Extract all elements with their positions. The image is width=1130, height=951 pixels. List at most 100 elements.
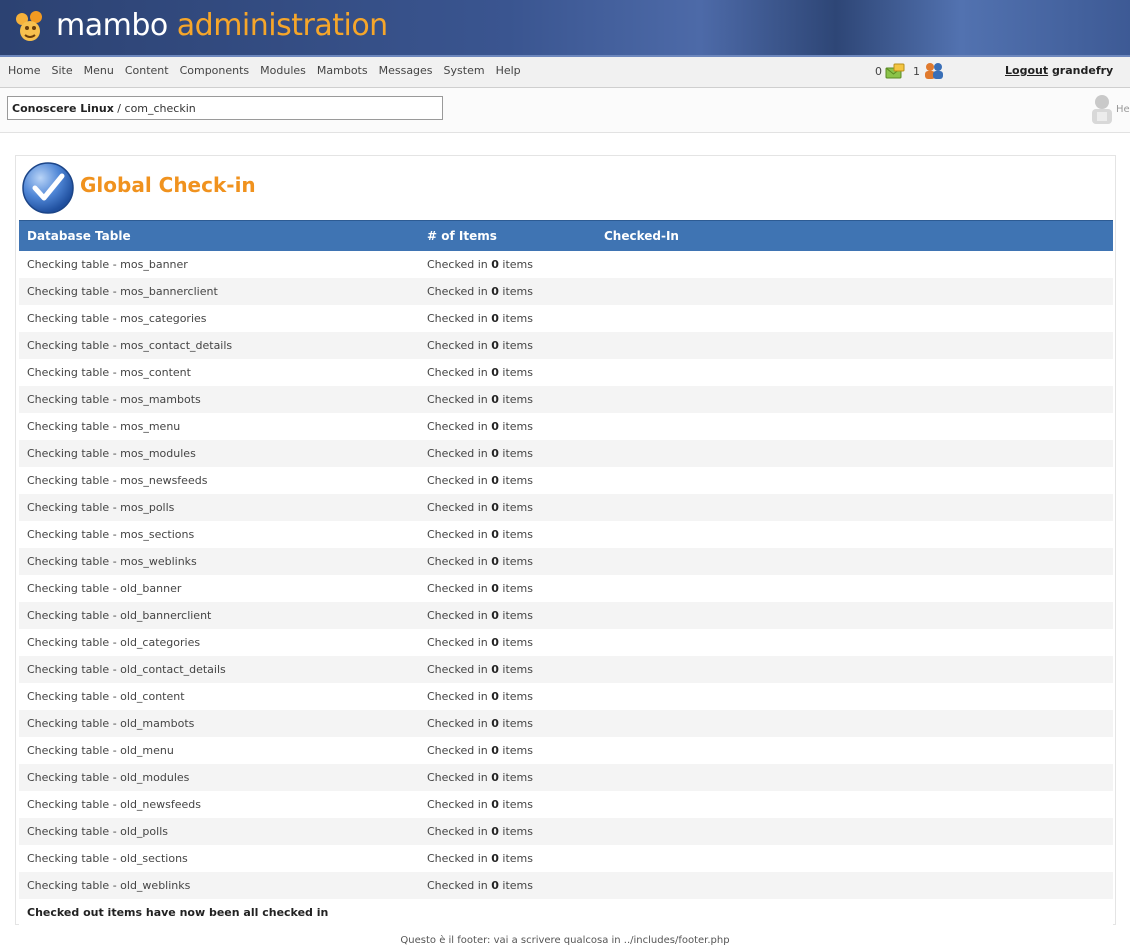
menu-item-site[interactable]: Site [51, 64, 72, 77]
table-name-cell: Checking table - mos_menu [19, 413, 419, 440]
count-value: 0 [491, 258, 499, 271]
checked-in-cell [596, 278, 1113, 305]
count-suffix: items [502, 366, 533, 379]
breadcrumb-component: com_checkin [124, 102, 196, 115]
checked-in-cell [596, 305, 1113, 332]
logout-link[interactable]: Logout [1005, 64, 1048, 77]
messages-icon[interactable] [885, 62, 905, 80]
table-row: Checking table - old_polls Checked in 0 i… [19, 818, 1113, 845]
table-name-cell: Checking table - old_weblinks [19, 872, 419, 899]
items-count-cell: Checked in 0 items [419, 575, 596, 602]
count-prefix: Checked in [427, 825, 488, 838]
count-value: 0 [491, 744, 499, 757]
table-name-cell: Checking table - mos_sections [19, 521, 419, 548]
count-prefix: Checked in [427, 744, 488, 757]
count-suffix: items [502, 852, 533, 865]
checked-in-cell [596, 521, 1113, 548]
table-row: Checking table - mos_newsfeeds Checked in… [19, 467, 1113, 494]
table-name-cell: Checking table - mos_content [19, 359, 419, 386]
table-header-row: Database Table # of Items Checked-In [19, 220, 1113, 251]
checked-in-cell [596, 440, 1113, 467]
items-count-cell: Checked in 0 items [419, 791, 596, 818]
table-row: Checking table - mos_menu Checked in 0 it… [19, 413, 1113, 440]
summary-row: Checked out items have now been all chec… [19, 899, 1113, 926]
checked-in-cell [596, 764, 1113, 791]
users-icon[interactable] [923, 62, 945, 80]
count-value: 0 [491, 690, 499, 703]
count-value: 0 [491, 420, 499, 433]
table-row: Checking table - mos_modules Checked in 0… [19, 440, 1113, 467]
count-suffix: items [502, 474, 533, 487]
count-suffix: items [502, 528, 533, 541]
menu-item-help[interactable]: Help [496, 64, 521, 77]
checked-in-cell [596, 548, 1113, 575]
count-value: 0 [491, 636, 499, 649]
menu-item-system[interactable]: System [444, 64, 485, 77]
count-prefix: Checked in [427, 690, 488, 703]
checked-in-cell [596, 359, 1113, 386]
table-row: Checking table - mos_bannerclient Checked… [19, 278, 1113, 305]
table-name-cell: Checking table - old_bannerclient [19, 602, 419, 629]
column-header-items: # of Items [419, 220, 596, 251]
items-count-cell: Checked in 0 items [419, 494, 596, 521]
count-suffix: items [502, 339, 533, 352]
count-value: 0 [491, 285, 499, 298]
table-name-cell: Checking table - old_sections [19, 845, 419, 872]
checked-in-cell [596, 737, 1113, 764]
help-button[interactable]: Help [1090, 93, 1130, 125]
count-prefix: Checked in [427, 717, 488, 730]
breadcrumb-separator: / [113, 102, 125, 115]
checked-in-cell [596, 845, 1113, 872]
count-prefix: Checked in [427, 447, 488, 460]
table-name-cell: Checking table - old_mambots [19, 710, 419, 737]
column-header-table: Database Table [19, 220, 419, 251]
table-name-cell: Checking table - mos_bannerclient [19, 278, 419, 305]
count-suffix: items [502, 285, 533, 298]
breadcrumb-site: Conoscere Linux [12, 102, 114, 115]
count-value: 0 [491, 339, 499, 352]
count-value: 0 [491, 609, 499, 622]
menu-item-messages[interactable]: Messages [379, 64, 433, 77]
checked-in-cell [596, 791, 1113, 818]
menu-item-content[interactable]: Content [125, 64, 169, 77]
table-name-cell: Checking table - mos_contact_details [19, 332, 419, 359]
table-name-cell: Checking table - mos_mambots [19, 386, 419, 413]
count-value: 0 [491, 555, 499, 568]
table-row: Checking table - mos_weblinks Checked in … [19, 548, 1113, 575]
table-row: Checking table - old_newsfeeds Checked in… [19, 791, 1113, 818]
count-prefix: Checked in [427, 312, 488, 325]
checked-in-cell [596, 413, 1113, 440]
items-count-cell: Checked in 0 items [419, 413, 596, 440]
count-prefix: Checked in [427, 258, 488, 271]
checked-in-cell [596, 710, 1113, 737]
count-suffix: items [502, 879, 533, 892]
table-name-cell: Checking table - mos_banner [19, 251, 419, 278]
page-footer: Questo è il footer: vai a scrivere qualc… [400, 935, 730, 946]
count-value: 0 [491, 312, 499, 325]
items-count-cell: Checked in 0 items [419, 332, 596, 359]
menu-item-components[interactable]: Components [180, 64, 250, 77]
checked-in-cell [596, 251, 1113, 278]
count-prefix: Checked in [427, 852, 488, 865]
count-value: 0 [491, 879, 499, 892]
menu-item-home[interactable]: Home [8, 64, 40, 77]
count-value: 0 [491, 798, 499, 811]
menu-item-modules[interactable]: Modules [260, 64, 306, 77]
count-value: 0 [491, 717, 499, 730]
menu-item-mambots[interactable]: Mambots [317, 64, 368, 77]
count-prefix: Checked in [427, 663, 488, 676]
checked-in-cell [596, 602, 1113, 629]
menu-item-menu[interactable]: Menu [84, 64, 114, 77]
count-prefix: Checked in [427, 474, 488, 487]
items-count-cell: Checked in 0 items [419, 656, 596, 683]
count-suffix: items [502, 582, 533, 595]
count-suffix: items [502, 312, 533, 325]
count-prefix: Checked in [427, 609, 488, 622]
username: grandefry [1051, 64, 1114, 77]
items-count-cell: Checked in 0 items [419, 818, 596, 845]
table-name-cell: Checking table - old_contact_details [19, 656, 419, 683]
checkmark-icon [22, 162, 74, 214]
count-value: 0 [491, 825, 499, 838]
table-name-cell: Checking table - mos_categories [19, 305, 419, 332]
table-name-cell: Checking table - old_categories [19, 629, 419, 656]
